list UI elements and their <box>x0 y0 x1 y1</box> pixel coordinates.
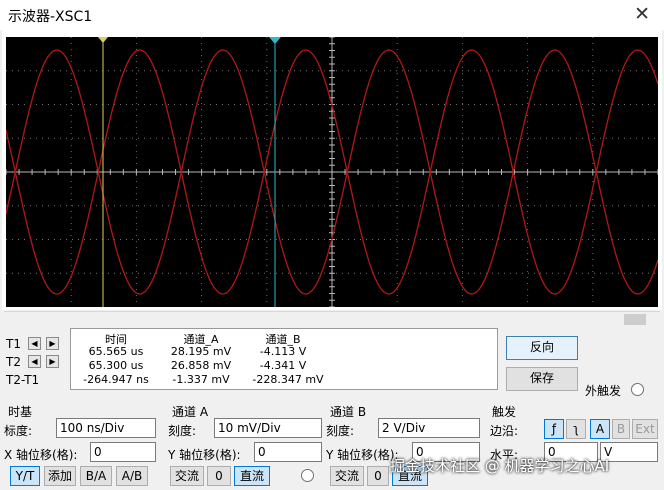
trigger-rising-edge-icon[interactable]: ƒ <box>544 419 564 439</box>
channel-b-zero-button[interactable]: 0 <box>367 466 389 486</box>
channel-a-ypos-input[interactable]: 0 <box>254 442 322 462</box>
grid <box>6 37 658 307</box>
channel-a-zero-button[interactable]: 0 <box>207 466 231 486</box>
ext-trigger-radio[interactable] <box>631 383 644 396</box>
cursor-t2-handle[interactable] <box>269 37 281 44</box>
cursor-delta-label: T2-T1 <box>6 373 40 387</box>
measurement-readout: 时间 通道_A 通道_B 65.565 us 28.195 mV -4.113 … <box>70 328 498 390</box>
trigger-source-a-button[interactable]: A <box>590 419 610 439</box>
trigger-title: 触发 <box>492 405 517 419</box>
readout-t1-channel-a: 28.195 mV <box>170 345 232 358</box>
cursor-t1-right-arrow-icon[interactable]: ▶ <box>46 337 59 350</box>
mode-ba-button[interactable]: B/A <box>80 466 112 486</box>
channel-b-scale-label: 刻度: <box>326 424 355 438</box>
channel-a-radio[interactable] <box>301 469 314 482</box>
timebase-scale-input[interactable]: 100 ns/Div <box>56 418 156 438</box>
window-title: 示波器-XSC1 <box>8 9 93 25</box>
trigger-source-ext-button[interactable]: Ext <box>632 419 658 439</box>
horizontal-scrollbar[interactable] <box>4 311 660 327</box>
reverse-button[interactable]: 反向 <box>506 336 578 360</box>
cursor-t1-row: T1 ◀ ▶ <box>6 336 70 354</box>
trigger-source-b-button[interactable]: B <box>612 419 630 439</box>
channel-a-ypos-label: Y 轴位移(格): <box>168 448 241 462</box>
readout-t1-channel-b: -4.113 V <box>259 345 307 358</box>
channel-b-title: 通道 B <box>330 405 367 419</box>
readout-delta-channel-a: -1.337 mV <box>172 373 230 386</box>
oscilloscope-screen <box>6 37 658 307</box>
cursor-t1-handle[interactable] <box>98 37 108 43</box>
mode-add-button[interactable]: 添加 <box>44 466 76 486</box>
close-icon[interactable]: ✕ <box>634 3 650 25</box>
channel-b-scale-input[interactable]: 2 V/Div <box>378 418 480 438</box>
readout-delta-channel-b: -228.347 mV <box>252 373 324 386</box>
title-bar: 示波器-XSC1 ✕ <box>0 0 664 30</box>
readout-t1-time: 65.565 us <box>88 345 144 358</box>
save-button[interactable]: 保存 <box>506 367 578 391</box>
channel-b-ypos-label: Y 轴位移(格): <box>326 448 399 462</box>
trigger-falling-edge-icon[interactable]: ʅ <box>566 419 586 439</box>
cursor-t1-label: T1 <box>6 337 21 351</box>
channel-a-dc-button[interactable]: 直流 <box>234 466 270 486</box>
readout-t2-channel-a: 26.858 mV <box>170 359 232 372</box>
cursor-t2-row: T2 ◀ ▶ <box>6 354 70 372</box>
channel-a-scale-label: 刻度: <box>168 424 197 438</box>
cursor-t2-right-arrow-icon[interactable]: ▶ <box>46 355 59 368</box>
readout-delta-time: -264.947 ns <box>83 373 149 386</box>
timebase-xpos-label: X 轴位移(格): <box>4 448 78 462</box>
timebase-title: 时基 <box>8 405 33 419</box>
channel-a-ac-button[interactable]: 交流 <box>170 466 204 486</box>
channel-b-ac-button[interactable]: 交流 <box>330 466 364 486</box>
scrollbar-thumb[interactable] <box>624 314 646 325</box>
mode-yt-button[interactable]: Y/T <box>10 466 40 486</box>
trigger-edge-label: 边沿: <box>490 424 519 438</box>
cursor-t1-left-arrow-icon[interactable]: ◀ <box>28 337 41 350</box>
cursor-delta-row: T2-T1 <box>6 372 70 390</box>
readout-t2-time: 65.300 us <box>88 359 144 372</box>
channel-a-title: 通道 A <box>172 405 209 419</box>
ext-trigger-label: 外触发 <box>585 384 622 398</box>
readout-t2-channel-b: -4.341 V <box>259 359 307 372</box>
watermark: 掘金技术社区 @ 机器学习之心AI <box>390 457 610 475</box>
cursor-t2-left-arrow-icon[interactable]: ◀ <box>28 355 41 368</box>
timebase-xpos-input[interactable]: 0 <box>90 442 156 462</box>
timebase-scale-label: 标度: <box>4 424 33 438</box>
channel-a-scale-input[interactable]: 10 mV/Div <box>214 418 322 438</box>
cursor-t2-label: T2 <box>6 355 21 369</box>
waveform-display <box>6 37 658 307</box>
mode-ab-button[interactable]: A/B <box>116 466 148 486</box>
